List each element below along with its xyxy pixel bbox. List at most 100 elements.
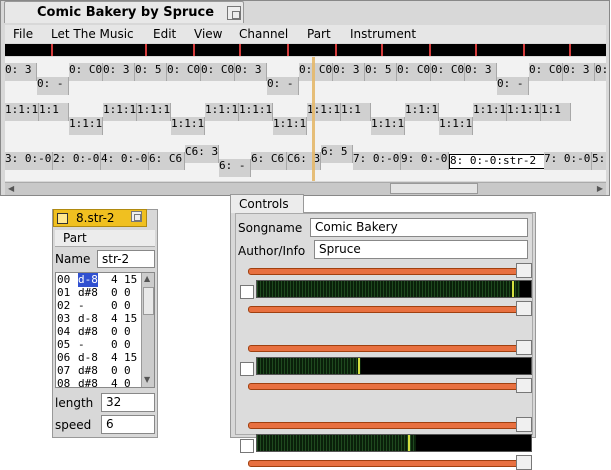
pattern-cell[interactable]: 1:1:1 bbox=[405, 103, 439, 121]
pattern-cell[interactable]: 0: C0 bbox=[201, 63, 235, 81]
pattern-cell[interactable]: 5: 0:-0: bbox=[592, 152, 606, 170]
pattern-cell[interactable]: 0: 3 bbox=[563, 63, 595, 81]
pattern-cell[interactable]: 9: 0:-0: bbox=[401, 152, 449, 170]
song-timeline[interactable] bbox=[5, 44, 606, 56]
pattern-cell[interactable]: 1:1:1 bbox=[273, 117, 307, 135]
pattern-table[interactable]: 00 d-8 4 15 01 d#8 0 0 02-0 0 03 d-8 4 15 04 d#8 0 0 05-0 0… bbox=[55, 272, 155, 388]
pattern-cell[interactable]: 0: 3 bbox=[333, 63, 365, 81]
menu-file[interactable]: File bbox=[13, 27, 33, 41]
author-info-field[interactable]: Spruce bbox=[314, 240, 528, 259]
controls-tab[interactable]: Controls bbox=[230, 194, 304, 213]
pattern-row[interactable]: 02- 0 0 bbox=[56, 299, 144, 313]
menu-channel[interactable]: Channel bbox=[239, 27, 288, 41]
slider-knob[interactable] bbox=[516, 417, 532, 432]
songname-field[interactable]: Comic Bakery bbox=[310, 218, 528, 237]
pattern-cell[interactable]: 7: 0:-0: bbox=[353, 152, 401, 170]
pattern-cell[interactable]: 0: C0 bbox=[69, 63, 103, 81]
slider-knob[interactable] bbox=[516, 263, 532, 278]
pattern-cell[interactable]: 1:1:1 bbox=[371, 117, 405, 135]
menu-instrument[interactable]: Instrument bbox=[350, 27, 416, 41]
pattern-cell[interactable]: 1:1 bbox=[39, 103, 69, 121]
pattern-cell[interactable]: 3: 0:-0: bbox=[5, 152, 53, 170]
channel-2-pan-slider[interactable] bbox=[248, 378, 532, 393]
pattern-cell[interactable]: 4: 0:-0: bbox=[101, 152, 149, 170]
pattern-cell[interactable]: C6: 3 bbox=[287, 152, 321, 170]
horizontal-scrollbar[interactable]: ◀ ▶ bbox=[5, 182, 606, 195]
scroll-down-icon[interactable]: ▼ bbox=[144, 375, 150, 384]
pattern-cell[interactable]: 0: C0 bbox=[529, 63, 563, 81]
pattern-row[interactable]: 01 d#8 0 0 bbox=[56, 286, 144, 300]
pattern-row[interactable]: 08 d#8 4 0 bbox=[56, 377, 144, 387]
pattern-cell[interactable]: 0: C0 bbox=[431, 63, 465, 81]
zoom-icon[interactable] bbox=[131, 211, 142, 222]
scroll-right-icon[interactable]: ▶ bbox=[597, 184, 603, 193]
pattern-cell[interactable]: 0: 5 bbox=[365, 63, 397, 81]
slider-knob[interactable] bbox=[516, 301, 532, 316]
pattern-cell[interactable]: 0: C0 bbox=[397, 63, 431, 81]
pattern-row[interactable]: 05- 0 0 bbox=[56, 338, 144, 352]
length-field[interactable]: 32 bbox=[101, 393, 155, 412]
pattern-cell[interactable]: 2: 0:-0: bbox=[53, 152, 101, 170]
pattern-cell[interactable]: 1:1:1 bbox=[473, 103, 507, 121]
pattern-cell[interactable]: 1:1:1 bbox=[507, 103, 541, 121]
slider-knob[interactable] bbox=[516, 378, 532, 393]
vertical-scrollbar[interactable]: ▲ ▼ bbox=[141, 273, 154, 387]
pattern-cell[interactable]: 0: - bbox=[267, 77, 299, 95]
channel-1-pan-slider[interactable] bbox=[248, 301, 532, 316]
pattern-cell[interactable]: 6: C6: bbox=[149, 152, 185, 170]
channel-2-volume-slider[interactable] bbox=[248, 340, 532, 355]
pattern-cell[interactable]: C6: 3 bbox=[185, 145, 219, 163]
pattern-cell[interactable]: 1:1:1 bbox=[69, 117, 103, 135]
pattern-row[interactable]: 07 d#8 0 0 bbox=[56, 364, 144, 378]
pattern-cell[interactable]: 7: 0:-0: bbox=[544, 152, 592, 170]
pattern-cell[interactable]: 1:1:1 bbox=[137, 103, 171, 121]
speed-field[interactable]: 6 bbox=[101, 415, 155, 434]
pattern-cell[interactable]: 6: 5 bbox=[321, 145, 353, 163]
menu-view[interactable]: View bbox=[194, 27, 222, 41]
pattern-cell[interactable]: 1:1:1 bbox=[171, 117, 205, 135]
zoom-icon[interactable] bbox=[227, 6, 241, 20]
pattern-row[interactable]: 03 d-8 4 15 bbox=[56, 312, 144, 326]
pattern-row[interactable]: 06 d-8 4 15 bbox=[56, 351, 144, 365]
selected-pattern-cell[interactable]: 8: 0:-0:str-2 bbox=[449, 154, 545, 169]
pattern-cell[interactable]: 0: 3 bbox=[235, 63, 267, 81]
pattern-cell[interactable]: 1:1:1 bbox=[103, 103, 137, 121]
pattern-row[interactable]: 04 d#8 0 0 bbox=[56, 325, 144, 339]
pattern-row[interactable]: 00 d-8 4 15 bbox=[56, 273, 144, 287]
part-name-field[interactable]: str-2 bbox=[97, 250, 155, 268]
pattern-cell[interactable]: 1:1:1 bbox=[205, 103, 239, 121]
channel-3-volume-slider[interactable] bbox=[248, 417, 532, 432]
slider-knob[interactable] bbox=[516, 340, 532, 355]
track-area[interactable]: 0: 3 0: -0: C0 0: 3 0: 5 0: C0 0: C0 0: 3 0: -0… bbox=[5, 57, 606, 181]
pattern-cell[interactable]: 0: C0 bbox=[167, 63, 201, 81]
channel-3-pan-slider[interactable] bbox=[248, 455, 532, 470]
pattern-cell[interactable]: 0: 5 bbox=[595, 63, 606, 81]
pattern-cell[interactable]: 6: - bbox=[219, 159, 251, 177]
pattern-cell[interactable]: 1:1:1 bbox=[5, 103, 39, 121]
pattern-cell[interactable]: 0: - bbox=[497, 77, 529, 95]
pattern-cell[interactable]: 1:1:1 bbox=[439, 117, 473, 135]
main-window-title-tab[interactable]: Comic Bakery by Spruce bbox=[4, 1, 244, 23]
pattern-cell[interactable]: 1:1:1 bbox=[239, 103, 273, 121]
pattern-cell[interactable]: 0: 3 bbox=[103, 63, 135, 81]
menu-let-the-music[interactable]: Let The Music bbox=[51, 27, 134, 41]
scroll-thumb[interactable] bbox=[390, 183, 478, 194]
pattern-cell[interactable]: 0: 3 bbox=[5, 63, 37, 81]
pattern-cell[interactable]: 0: - bbox=[37, 77, 69, 95]
slider-knob[interactable] bbox=[516, 455, 532, 470]
part-window-title-tab[interactable]: 8.str-2 bbox=[53, 209, 147, 227]
scroll-up-icon[interactable]: ▲ bbox=[144, 274, 150, 283]
channel-3-mute-checkbox[interactable] bbox=[240, 439, 254, 453]
scroll-thumb[interactable] bbox=[143, 287, 154, 315]
pattern-cell[interactable]: 1:1 bbox=[341, 103, 371, 121]
pattern-cell[interactable]: 0: C0 bbox=[299, 63, 333, 81]
pattern-cell[interactable]: 1:1 bbox=[541, 103, 571, 121]
channel-1-volume-slider[interactable] bbox=[248, 263, 532, 278]
menu-edit[interactable]: Edit bbox=[153, 27, 176, 41]
menu-part[interactable]: Part bbox=[307, 27, 331, 41]
pattern-cell[interactable]: 0: 5 bbox=[135, 63, 167, 81]
channel-2-mute-checkbox[interactable] bbox=[240, 362, 254, 376]
pattern-cell[interactable]: 0: 3 bbox=[465, 63, 497, 81]
close-icon[interactable] bbox=[57, 213, 68, 224]
channel-1-mute-checkbox[interactable] bbox=[240, 285, 254, 299]
